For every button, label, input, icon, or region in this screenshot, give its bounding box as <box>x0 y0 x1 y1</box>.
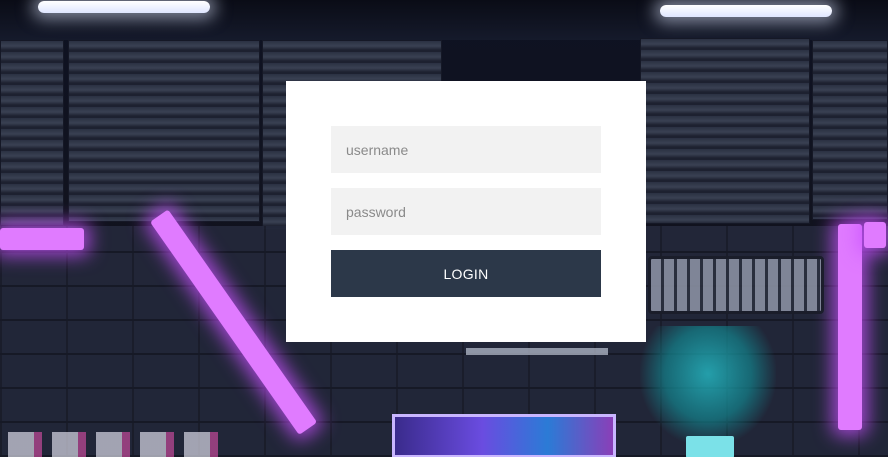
shelf <box>466 348 608 355</box>
mecha-poster <box>640 326 776 446</box>
keyboard-decoration <box>648 256 824 314</box>
login-card: LOGIN <box>286 81 646 342</box>
monitor-screen <box>392 414 616 457</box>
figurines <box>8 432 228 457</box>
neon-light <box>0 228 84 250</box>
login-button[interactable]: LOGIN <box>331 250 601 297</box>
acoustic-panel <box>0 40 64 226</box>
neon-light <box>838 224 862 430</box>
username-input[interactable] <box>331 126 601 173</box>
ceiling-light <box>38 1 210 13</box>
neon-light <box>864 222 886 248</box>
password-input[interactable] <box>331 188 601 235</box>
acoustic-panel <box>68 40 260 222</box>
acoustic-panel <box>640 38 810 224</box>
acoustic-panel <box>812 40 888 220</box>
plant-pot <box>686 436 734 457</box>
ceiling-light <box>660 5 832 17</box>
